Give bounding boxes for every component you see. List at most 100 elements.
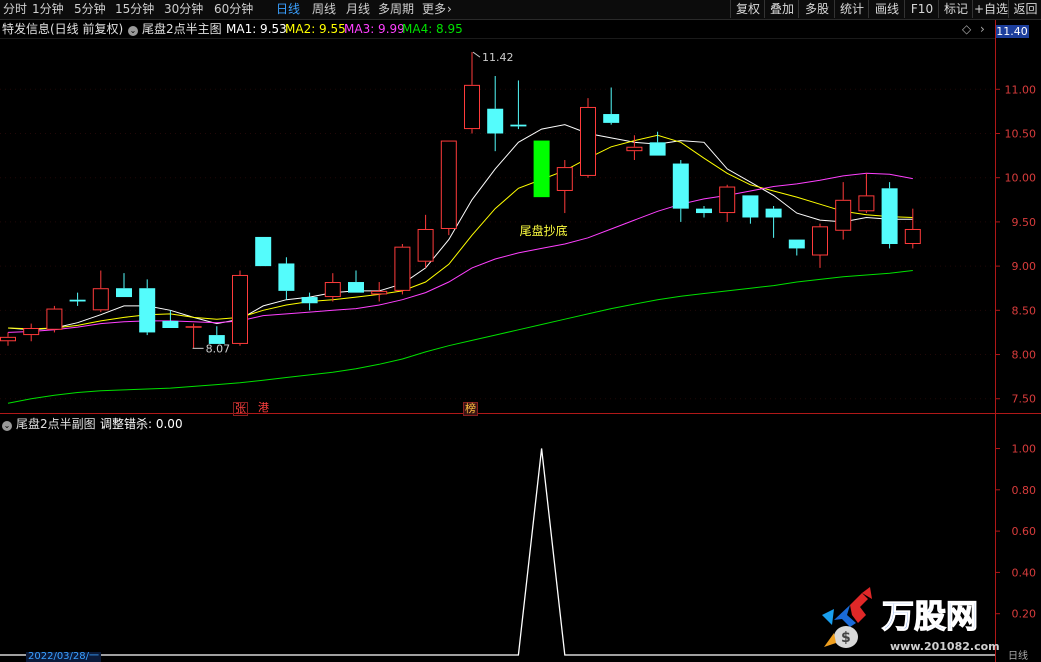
candle bbox=[417, 214, 434, 268]
main-ytick-label: 11.00 bbox=[1005, 83, 1037, 96]
candle-body bbox=[603, 114, 620, 123]
sub-ytick-label: 0.60 bbox=[1012, 525, 1037, 538]
low-label: 8.07 bbox=[206, 342, 231, 355]
kline-chart[interactable]: 11.00 10.50 10.00 9.50 9.00 8.50 8.00 7.50 1.00… bbox=[0, 0, 1041, 662]
candle bbox=[139, 279, 156, 336]
candle bbox=[672, 160, 689, 222]
candle bbox=[835, 182, 852, 240]
candle bbox=[394, 244, 411, 295]
candle-body bbox=[92, 288, 109, 311]
candle bbox=[858, 173, 875, 214]
candle bbox=[46, 305, 63, 333]
candle bbox=[208, 326, 225, 344]
candle bbox=[0, 332, 16, 346]
candle bbox=[92, 270, 109, 313]
candle-body bbox=[672, 163, 689, 209]
candle bbox=[788, 239, 805, 256]
candle-body bbox=[881, 188, 898, 245]
main-ytick-label: 7.50 bbox=[1012, 393, 1037, 406]
main-ytick-label: 9.00 bbox=[1012, 260, 1037, 273]
sub-ytick-label: 1.00 bbox=[1012, 443, 1037, 456]
candle bbox=[533, 140, 550, 198]
main-ytick-label: 8.00 bbox=[1012, 349, 1037, 362]
sub-chart-titlebar: ⌄ 尾盘2点半副图 调整错杀: 0.00 bbox=[0, 415, 995, 433]
candle bbox=[765, 205, 782, 238]
candle bbox=[23, 323, 40, 342]
candle bbox=[881, 182, 898, 249]
signal-label: 尾盘抄底 bbox=[520, 223, 568, 238]
candle bbox=[719, 184, 736, 222]
candle-body bbox=[812, 226, 828, 256]
logo-arrow-icon: $ bbox=[822, 587, 872, 648]
candle bbox=[510, 80, 527, 130]
candle bbox=[440, 140, 457, 236]
main-ytick-label: 10.50 bbox=[1005, 127, 1037, 140]
candle bbox=[255, 236, 272, 267]
candle-body bbox=[719, 186, 736, 214]
main-ytick-label: 9.50 bbox=[1012, 216, 1037, 229]
candle-body bbox=[371, 290, 388, 295]
candle-body bbox=[348, 282, 364, 293]
candle-body bbox=[788, 239, 805, 249]
candle-body bbox=[440, 140, 457, 229]
status-corner-label: 日线 bbox=[1008, 651, 1028, 662]
sub-ytick-label: 0.40 bbox=[1012, 566, 1037, 579]
candle bbox=[580, 98, 596, 178]
high-label: 11.42 bbox=[482, 51, 514, 64]
candle-body bbox=[904, 228, 921, 245]
tag-gang[interactable]: 港 bbox=[258, 402, 269, 414]
candle bbox=[301, 292, 318, 311]
candle-body bbox=[46, 308, 63, 330]
candle-body bbox=[162, 320, 179, 329]
candle-body bbox=[580, 106, 596, 176]
candle-body bbox=[324, 282, 341, 298]
sub-indicator-value: 调整错杀: 0.00 bbox=[100, 417, 183, 431]
candle-body bbox=[232, 274, 248, 344]
candle bbox=[232, 270, 248, 346]
candle bbox=[348, 270, 364, 293]
candle-body bbox=[185, 326, 202, 328]
sub-ytick-label: 0.20 bbox=[1012, 608, 1037, 621]
candle-body bbox=[835, 199, 852, 231]
candle-body bbox=[139, 288, 156, 333]
candle-body bbox=[417, 228, 434, 262]
main-ytick-label: 10.00 bbox=[1005, 172, 1037, 185]
candle-body bbox=[487, 108, 504, 134]
candle-body bbox=[301, 297, 318, 304]
candle bbox=[185, 323, 202, 349]
sub-indicator-settings-icon[interactable]: ⌄ bbox=[2, 416, 12, 432]
candle-body bbox=[649, 142, 666, 156]
candle-body bbox=[255, 236, 272, 267]
tag-zhang[interactable]: 张 bbox=[233, 402, 248, 416]
candle-body bbox=[69, 299, 86, 302]
candle-body bbox=[858, 195, 875, 212]
candle bbox=[487, 76, 504, 152]
candle bbox=[603, 87, 620, 125]
logo-brand: 万股网 bbox=[882, 597, 978, 635]
candle bbox=[696, 205, 712, 218]
candle bbox=[162, 310, 179, 329]
candle bbox=[464, 52, 480, 134]
cursor-date: 2022/03/28/一 bbox=[26, 651, 102, 662]
candle bbox=[278, 257, 295, 300]
candle bbox=[649, 131, 666, 156]
status-bar: 2022/03/28/一 日线 bbox=[0, 651, 1041, 662]
logo-url: www.201082.com bbox=[890, 640, 1000, 653]
wangu-logo: $ 万股网 www.201082.com bbox=[822, 587, 1000, 653]
candle bbox=[69, 292, 86, 306]
candle bbox=[556, 160, 573, 214]
candle bbox=[812, 223, 828, 268]
main-ytick-label: 8.50 bbox=[1012, 304, 1037, 317]
candle-body bbox=[278, 263, 295, 291]
candle bbox=[371, 282, 388, 302]
candle-body bbox=[626, 146, 643, 152]
candle bbox=[116, 273, 132, 298]
candle-body bbox=[696, 208, 712, 214]
sub-indicator-name[interactable]: 尾盘2点半副图 bbox=[16, 416, 96, 432]
candle-body bbox=[464, 84, 480, 130]
candle-body bbox=[765, 208, 782, 218]
candle bbox=[324, 273, 341, 302]
candle bbox=[742, 195, 759, 224]
tag-bang[interactable]: 榜 bbox=[463, 402, 478, 416]
candle-body bbox=[23, 328, 40, 336]
